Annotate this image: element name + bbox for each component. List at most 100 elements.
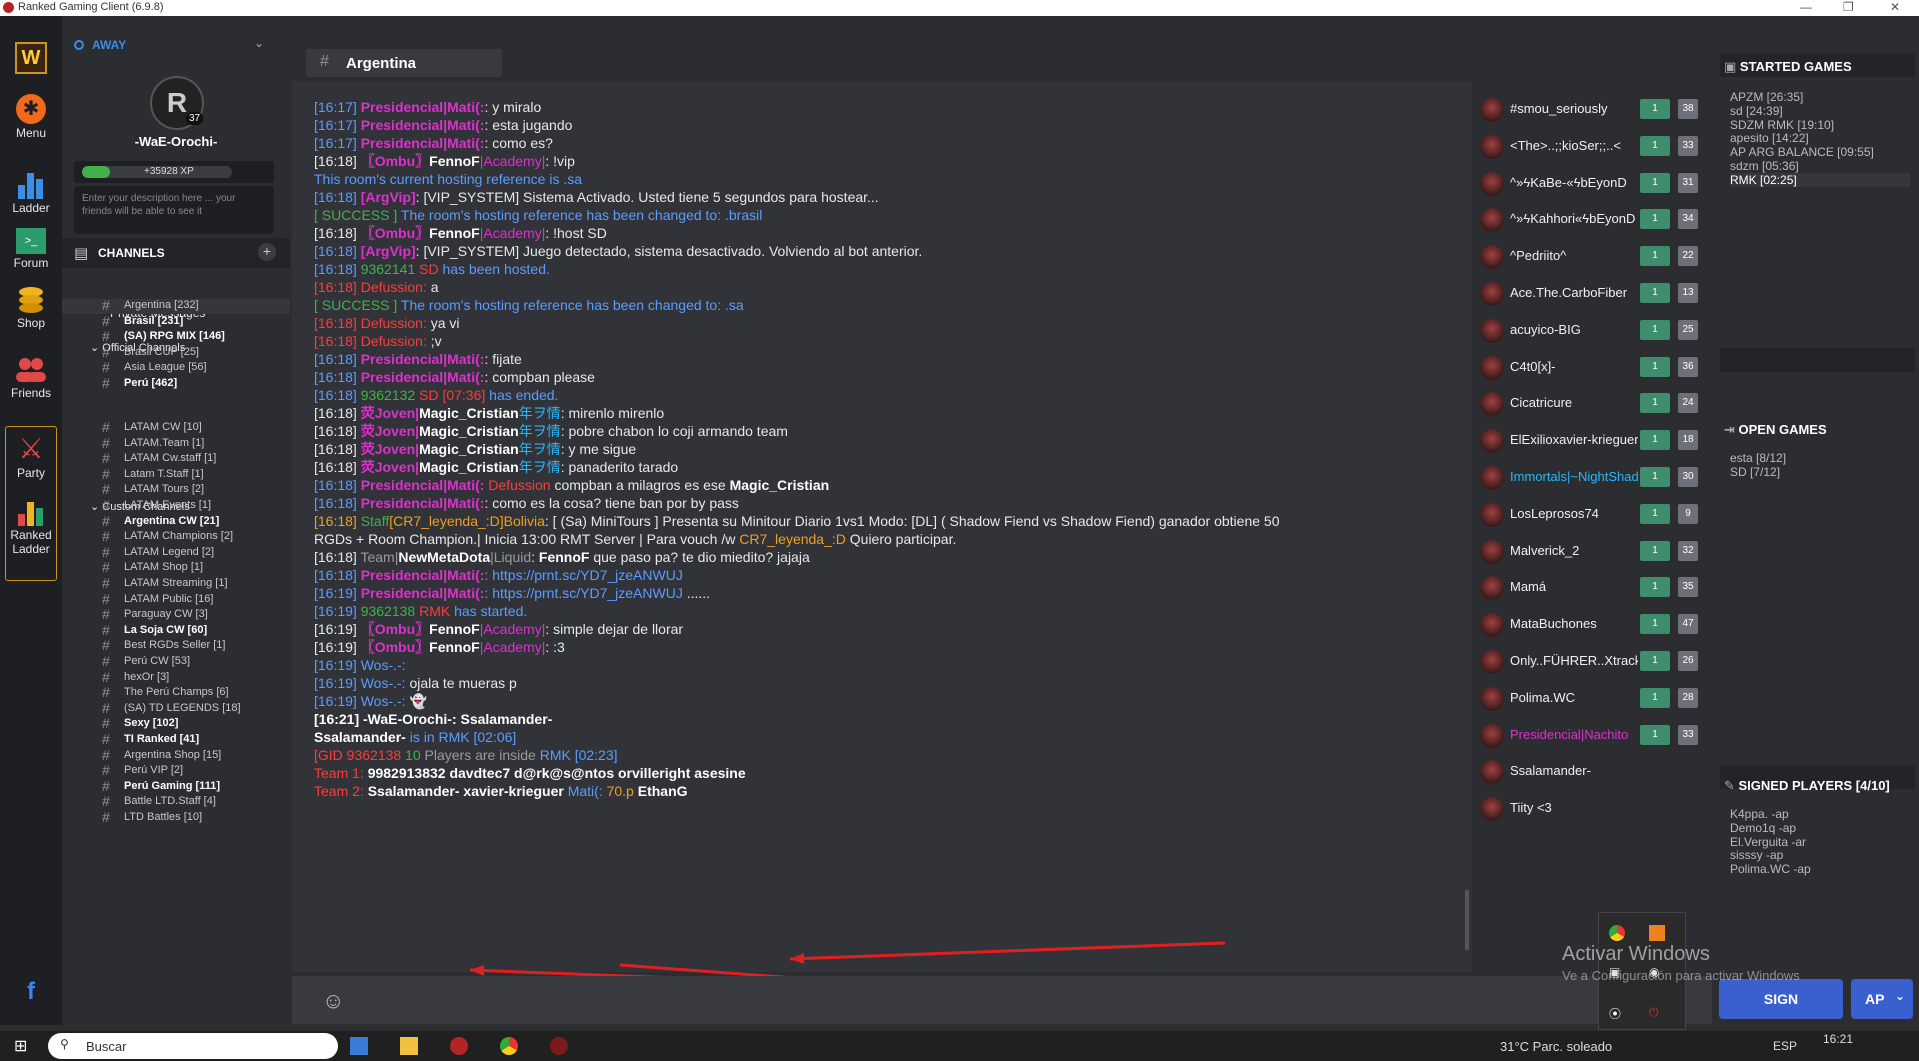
channel-item[interactable]: # LATAM Shop [1] [62,559,290,576]
channel-item[interactable]: # Brasil [231] [62,313,290,330]
nav-forum[interactable]: >_ Forum [0,228,62,270]
facebook-icon[interactable]: f [0,978,62,1006]
description-input[interactable]: Enter your description here ... your fri… [74,186,274,234]
channel-item[interactable]: # LTD Battles [10] [62,809,290,826]
emoji-icon[interactable]: ☺ [322,988,344,1014]
user-row[interactable]: Malverick_2 1 32 [1476,532,1706,572]
user-row[interactable]: Ace.The.CarboFiber 1 13 [1476,274,1706,314]
user-row[interactable]: ^»ϟKaBe-«ϟbEyonD 1 31 [1476,164,1706,204]
message-segment[interactable]: : https://prnt.sc/YD7_jzeANWUJ [484,585,686,601]
channel-item[interactable]: # Brasil CUP [25] [62,344,290,361]
message-segment[interactable]: : https://prnt.sc/YD7_jzeANWUJ [484,567,682,583]
close-icon[interactable]: ✕ [1890,0,1900,14]
warcraft-logo-icon[interactable]: W [0,42,62,74]
channel-item[interactable]: # LATAM Streaming [1] [62,575,290,592]
channel-item[interactable]: # Battle LTD.Staff [4] [62,793,290,810]
channel-item[interactable]: # The Perú Champs [6] [62,684,290,701]
channel-item[interactable]: # Best RGDs Seller [1] [62,637,290,654]
user-row[interactable]: ^Pedriito^ 1 22 [1476,237,1706,277]
user-row[interactable]: Immortals|~NightShade 1 30 [1476,458,1706,498]
mode-select[interactable]: AP ⌄ [1851,979,1913,1019]
windows-start-icon[interactable]: ⊞ [14,1036,27,1056]
started-game-item[interactable]: apesito [14:22] [1730,131,1809,145]
user-row[interactable]: ElExilioxavier-krieguer 1 18 [1476,421,1706,461]
nav-party[interactable]: ⚔ Party [0,434,62,481]
chat-scrollbar[interactable] [1465,890,1469,950]
channel-item[interactable]: # Perú [462] [62,375,290,392]
taskbar-search[interactable]: ⚲ Buscar [48,1033,338,1059]
started-game-item[interactable]: AP ARG BALANCE [09:55] [1730,145,1874,159]
channel-item[interactable]: # LATAM Legend [2] [62,544,290,561]
started-game-item[interactable]: sdzm [05:36] [1730,159,1799,173]
user-row[interactable]: #smou_seriously 1 38 [1476,90,1706,130]
channel-item[interactable]: # TI Ranked [41] [62,731,290,748]
channel-item[interactable]: # LATAM Champions [2] [62,528,290,545]
nav-shop[interactable]: Shop [0,286,62,330]
user-row[interactable]: acuyico-BIG 1 25 [1476,311,1706,351]
channel-item[interactable]: # LATAM Tours [2] [62,481,290,498]
user-row[interactable]: MataBuchones 1 47 [1476,605,1706,645]
message-input[interactable]: ☺ [292,976,1712,1024]
open-game-item[interactable]: SD [7/12] [1730,465,1780,479]
nav-ranked-ladder[interactable]: Ranked Ladder [0,498,62,556]
add-channel-icon[interactable]: + [258,243,276,261]
channel-item[interactable]: # Asia League [56] [62,359,290,376]
nav-friends[interactable]: Friends [0,356,62,400]
started-game-item[interactable]: APZM [26:35] [1730,90,1803,104]
channel-item[interactable]: # Perú Gaming [111] [62,778,290,795]
channel-item[interactable]: # LATAM Events [1] [62,497,290,514]
channel-item[interactable]: # Perú CW [53] [62,653,290,670]
channel-title: Argentina [346,55,417,72]
channel-item[interactable]: # LATAM CW [10] [62,419,290,436]
user-level-badge: 1 [1640,393,1670,414]
channel-item[interactable]: # (SA) TD LEGENDS [18] [62,700,290,717]
chrome-icon[interactable] [1609,925,1625,941]
user-row[interactable]: Only..FÜHRER..Xtrack 1 26 [1476,642,1706,682]
user-row[interactable]: Tiity <3 [1476,789,1706,829]
maximize-icon[interactable]: ❐ [1843,0,1854,14]
user-row[interactable]: Presidencial|Nachito 1 33 [1476,716,1706,756]
started-game-item[interactable]: RMK [02:25] [1730,172,1910,187]
user-row[interactable]: Ssalamander- [1476,752,1706,792]
language-indicator[interactable]: ESP [1773,1039,1797,1053]
channel-item[interactable]: # Paraguay CW [3] [62,606,290,623]
nav-menu[interactable]: ✱ Menu [0,94,62,140]
user-row[interactable]: <The>..;;kioSer;;..< 1 33 [1476,127,1706,167]
game-taskbar-icon[interactable] [550,1037,568,1055]
user-row[interactable]: Polima.WC 1 28 [1476,679,1706,719]
channel-item[interactable]: # Perú VIP [2] [62,762,290,779]
ranked-gaming-taskbar-icon[interactable] [450,1037,468,1055]
channel-item[interactable]: # La Soja CW [60] [62,622,290,639]
channel-item[interactable]: # Argentina [232] [62,297,290,314]
channel-item[interactable]: # (SA) RPG MIX [146] [62,328,290,345]
taskbar-app-icon[interactable] [350,1037,368,1055]
clock[interactable]: 16:21 [1823,1032,1853,1046]
power-icon[interactable]: ⏻ [1649,1005,1659,1020]
channel-item[interactable]: # LATAM.Team [1] [62,435,290,452]
started-game-item[interactable]: sd [24:39] [1730,104,1783,118]
channel-item[interactable]: # hexOr [3] [62,669,290,686]
tray-app-icon[interactable] [1649,925,1665,941]
open-game-item[interactable]: esta [8/12] [1730,451,1786,465]
channel-item[interactable]: # Argentina Shop [15] [62,747,290,764]
user-row[interactable]: LosLeprosos74 1 9 [1476,495,1706,535]
nav-ladder[interactable]: Ladder [0,169,62,215]
channel-tab[interactable]: # Argentina [306,49,502,77]
channel-item[interactable]: # Sexy [102] [62,715,290,732]
status-chevron-down-icon[interactable]: ⌄ [254,36,264,50]
channel-item[interactable]: # LATAM Public [16] [62,591,290,608]
user-row[interactable]: Cicatricure 1 24 [1476,384,1706,424]
channel-item[interactable]: # LATAM Cw.staff [1] [62,450,290,467]
channel-item[interactable]: # Argentina CW [21] [62,513,290,530]
minimize-icon[interactable]: — [1800,0,1812,14]
started-game-item[interactable]: SDZM RMK [19:10] [1730,118,1834,132]
channel-item[interactable]: # Latam T.Staff [1] [62,466,290,483]
folder-icon[interactable] [400,1037,418,1055]
chrome-taskbar-icon[interactable] [500,1037,518,1055]
sign-button[interactable]: SIGN [1719,979,1843,1019]
user-row[interactable]: C4t0[x]- 1 36 [1476,348,1706,388]
user-row[interactable]: Mamá 1 35 [1476,568,1706,608]
user-row[interactable]: ^»ϟKahhori«ϟbEyonD 1 34 [1476,200,1706,240]
record-icon[interactable]: ⦿ [1609,1005,1621,1022]
status-label[interactable]: AWAY [92,38,126,52]
